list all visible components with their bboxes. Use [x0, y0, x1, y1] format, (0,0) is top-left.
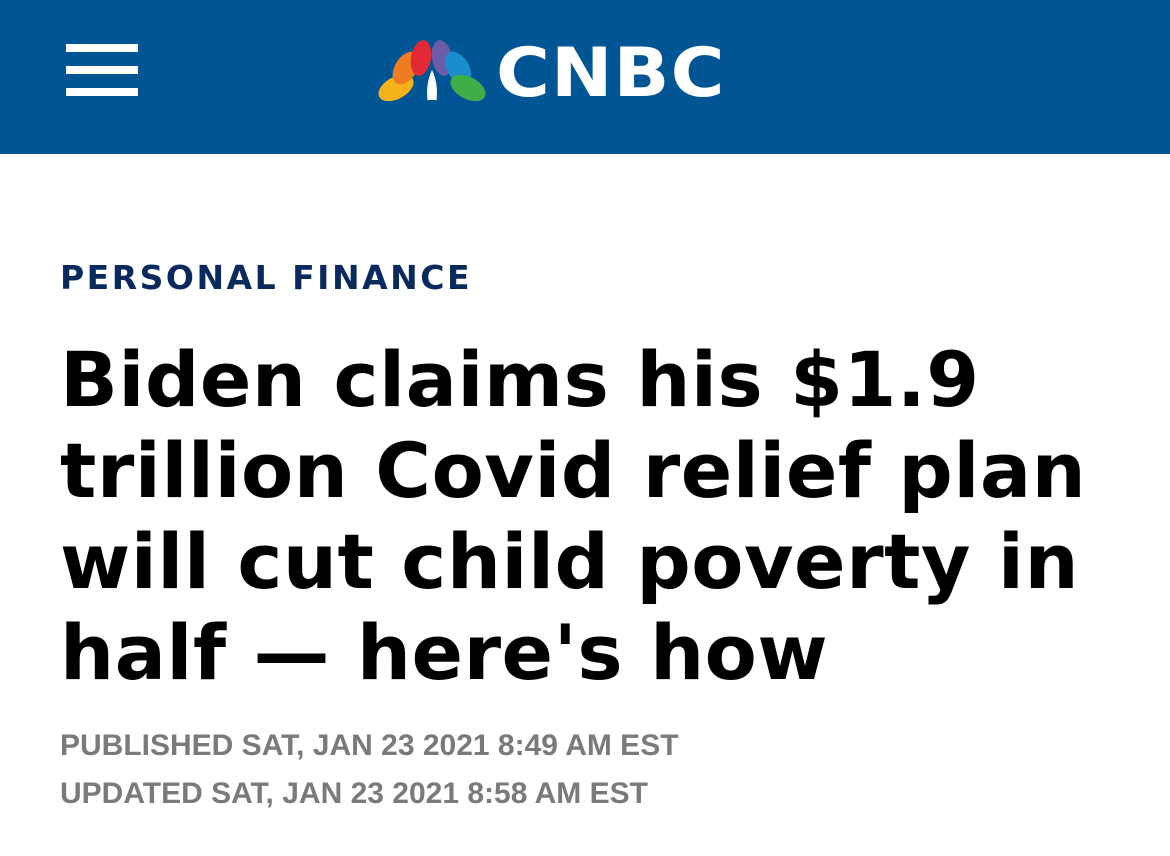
cnbc-peacock-icon [378, 40, 486, 108]
updated-timestamp: UPDATED SAT, JAN 23 2021 8:58 AM EST [60, 777, 648, 810]
cnbc-logo[interactable]: CNBC [376, 34, 796, 113]
section-link[interactable]: PERSONAL FINANCE [60, 258, 472, 298]
site-header: CNBC [0, 0, 1170, 154]
article-headline: Biden claims his $1.9 trillion Covid rel… [60, 335, 1087, 697]
menu-button[interactable] [66, 44, 138, 96]
published-timestamp: PUBLISHED SAT, JAN 23 2021 8:49 AM EST [60, 729, 679, 762]
brand-wordmark: CNBC [496, 34, 726, 113]
